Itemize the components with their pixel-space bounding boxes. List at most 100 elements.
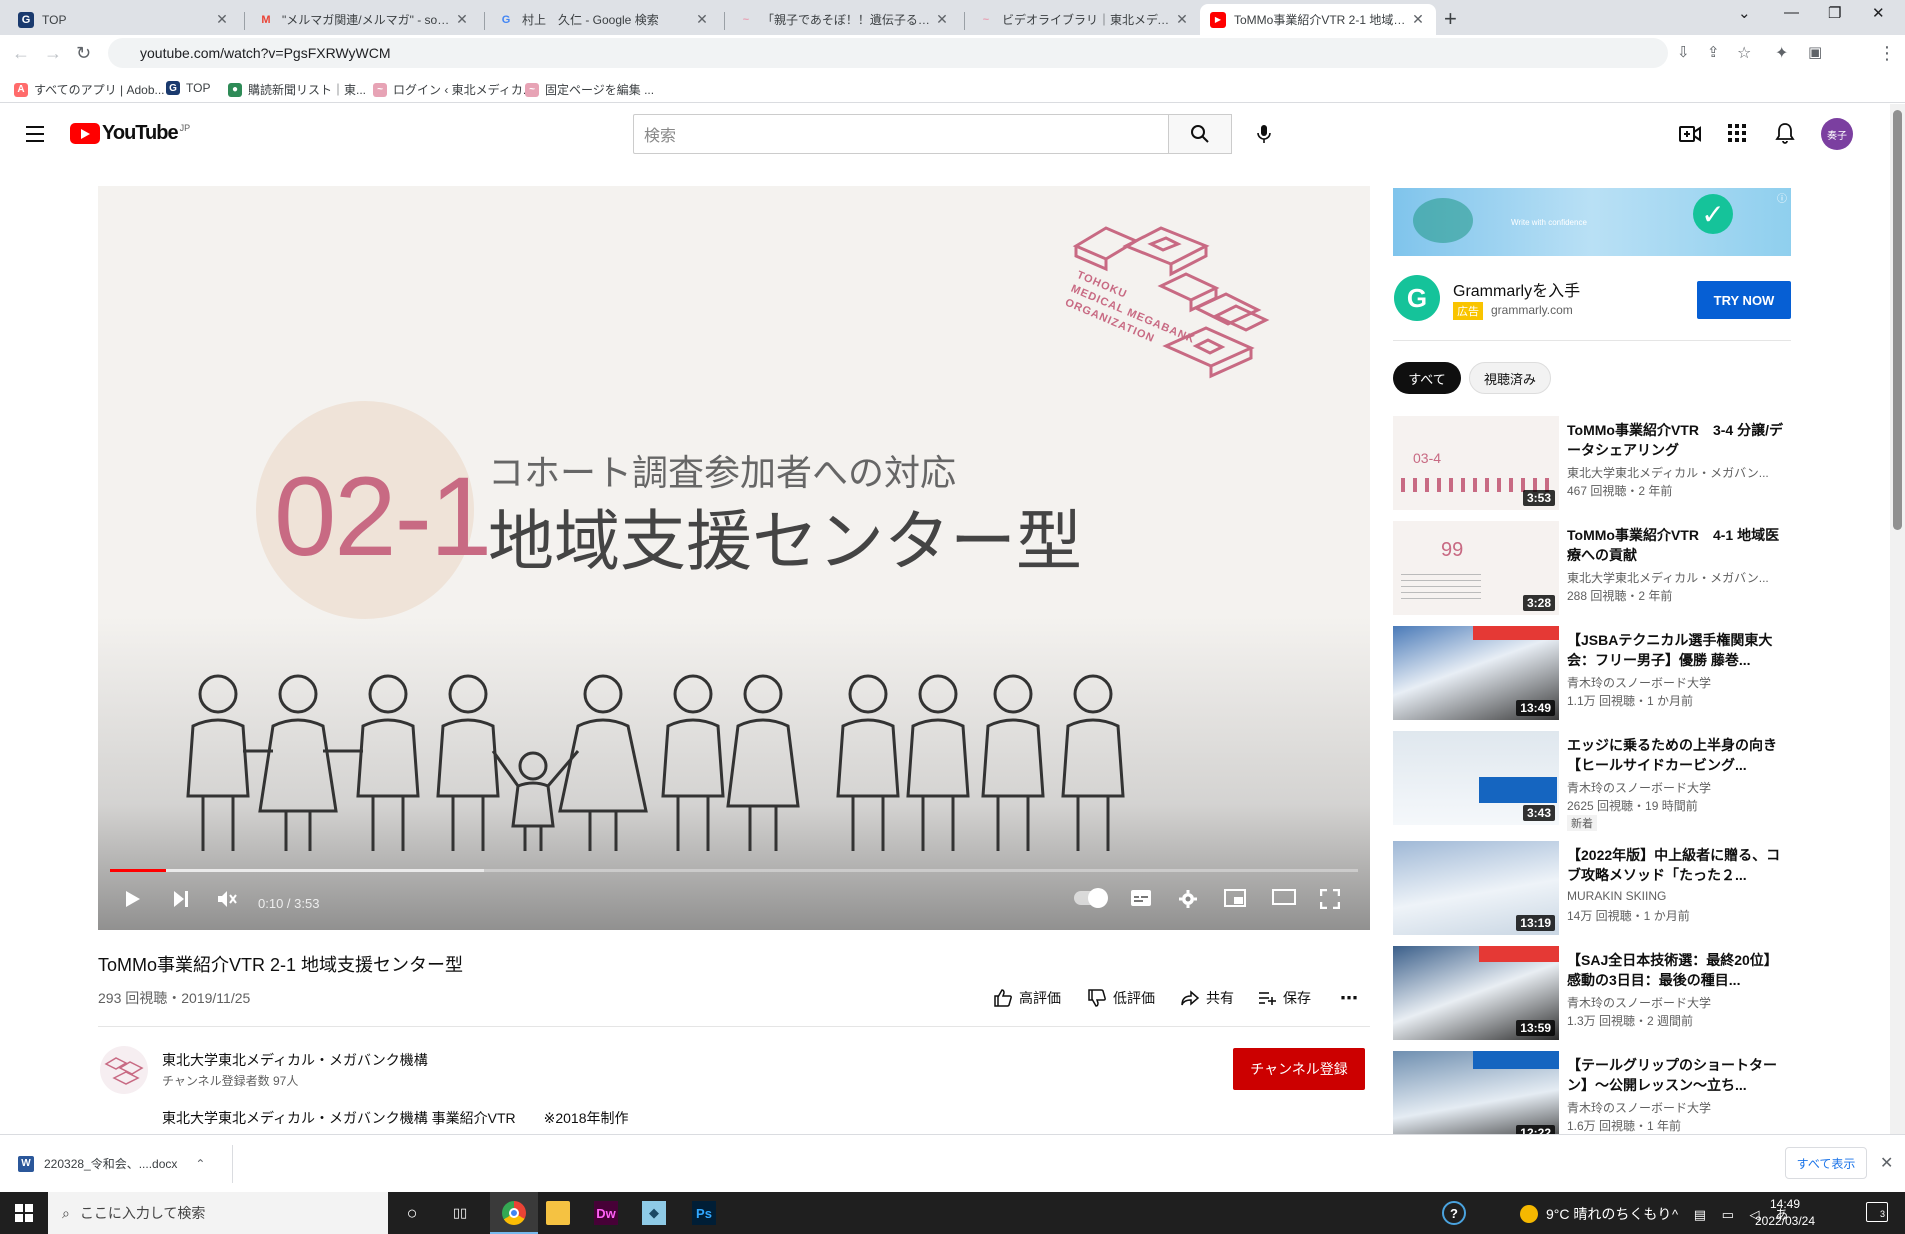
reload-icon[interactable]: ↻ (76, 43, 91, 64)
browser-tab-active[interactable]: ▶ ToMMo事業紹介VTR 2-1 地域支援 ✕ (1200, 4, 1436, 35)
minimize-button[interactable]: — (1784, 4, 1799, 21)
close-tab-icon[interactable]: ✕ (934, 11, 950, 28)
youtube-logo[interactable]: YouTube JP (70, 122, 190, 145)
dislike-button[interactable]: 低評価 (1087, 988, 1155, 1008)
mute-button[interactable] (216, 889, 238, 914)
try-now-button[interactable]: TRY NOW (1697, 281, 1791, 319)
dreamweaver-icon[interactable]: Dw (594, 1201, 618, 1225)
close-icon[interactable]: ✕ (1880, 1153, 1893, 1173)
fullscreen-button[interactable] (1319, 888, 1341, 914)
recommended-video[interactable]: 13:49 【JSBAテクニカル選手権関東大会：フリー男子】優勝 藤巻... 青… (1393, 626, 1791, 724)
close-tab-icon[interactable]: ✕ (1174, 11, 1190, 28)
channel-avatar[interactable] (100, 1046, 148, 1094)
video-description[interactable]: 東北大学東北メディカル・メガバンク機構 事業紹介VTR ※2018年制作 (162, 1108, 628, 1128)
video-thumbnail[interactable]: 12:22 (1393, 1051, 1559, 1134)
close-tab-icon[interactable]: ✕ (214, 11, 230, 28)
notifications-bell-icon[interactable] (1775, 122, 1795, 149)
play-button[interactable] (124, 889, 142, 914)
video-thumbnail[interactable]: 13:19 (1393, 841, 1559, 935)
recommended-video[interactable]: 3:43 エッジに乗るための上半身の向き【ヒールサイドカービング... 青木玲の… (1393, 731, 1791, 831)
video-thumbnail[interactable]: 13:49 (1393, 626, 1559, 720)
bookmark-item[interactable]: G TOP (166, 81, 210, 95)
search-button[interactable] (1168, 114, 1232, 154)
chip-all[interactable]: すべて (1393, 362, 1461, 394)
video-thumbnail[interactable]: 13:59 (1393, 946, 1559, 1040)
browser-tab[interactable]: G 村上 久仁 - Google 検索 ✕ (488, 4, 720, 35)
subtitles-button[interactable] (1130, 889, 1152, 912)
bookmark-item[interactable]: ~ 固定ページを編集 ... (525, 81, 654, 98)
like-button[interactable]: 高評価 (993, 988, 1061, 1008)
video-thumbnail[interactable]: 03-4 3:53 (1393, 416, 1559, 510)
close-tab-icon[interactable]: ✕ (1410, 11, 1426, 28)
bookmark-item[interactable]: ~ ログイン ‹ 東北メディカ... (373, 81, 533, 98)
app-icon[interactable]: ◆ (642, 1201, 666, 1225)
page-scrollbar-thumb[interactable] (1893, 110, 1902, 530)
weather-widget[interactable]: 9°C 晴れのちくもり (1520, 1204, 1671, 1224)
browser-tab[interactable]: ~ 「親子であそぼ！！遺伝子るんるん号 ✕ (728, 4, 960, 35)
file-explorer-icon[interactable] (546, 1201, 570, 1225)
ad-title[interactable]: Grammarlyを入手 (1453, 277, 1580, 301)
install-icon[interactable]: ⇩ (1677, 43, 1690, 61)
browser-tab[interactable]: ~ ビデオライブラリ｜東北メディカル･メガ ✕ (968, 4, 1200, 35)
chevron-up-icon[interactable]: ⌃ (195, 1157, 205, 1171)
recommended-video[interactable]: 13:59 【SAJ全日本技術選：最終20位】感動の3日目：最後の種目... 青… (1393, 946, 1791, 1044)
show-all-button[interactable]: すべて表示 (1785, 1147, 1867, 1179)
video-thumbnail[interactable]: 99 3:28 (1393, 521, 1559, 615)
download-item[interactable]: W 220328_令和会、....docx ⌃ (18, 1155, 205, 1172)
theater-mode-button[interactable] (1272, 889, 1296, 910)
start-button[interactable] (12, 1201, 36, 1225)
apps-grid-icon[interactable] (1728, 124, 1746, 147)
save-button[interactable]: 保存 (1257, 988, 1311, 1008)
create-video-button[interactable] (1678, 122, 1702, 151)
video-title: 【JSBAテクニカル選手権関東大会：フリー男子】優勝 藤巻... (1567, 632, 1773, 668)
menu-kebab-icon[interactable]: ⋮ (1878, 43, 1896, 64)
account-avatar[interactable]: 奏子 (1821, 118, 1853, 150)
hamburger-menu-icon[interactable] (26, 126, 44, 142)
recommended-video[interactable]: 13:19 【2022年版】中上級者に贈る、コブ攻略メソッド「たった２... M… (1393, 841, 1791, 939)
clock[interactable]: 14:49 2022/03/24 (1740, 1196, 1830, 1230)
search-input[interactable]: 検索 (633, 114, 1169, 154)
bookmark-item[interactable]: A すべてのアプリ | Adob... (14, 81, 165, 98)
back-icon[interactable]: ← (12, 43, 30, 64)
chrome-taskbar-button[interactable] (490, 1192, 538, 1234)
ad-info-icon[interactable]: ⓘ (1777, 190, 1787, 205)
autoplay-toggle[interactable] (1074, 888, 1108, 908)
grammarly-logo[interactable]: G (1394, 275, 1440, 321)
subscribe-button[interactable]: チャンネル登録 (1233, 1048, 1365, 1090)
chip-watched[interactable]: 視聴済み (1469, 362, 1551, 394)
recommended-video[interactable]: 99 3:28 ToMMo事業紹介VTR 4-1 地域医療への貢献 東北大学東北… (1393, 521, 1791, 619)
miniplayer-button[interactable] (1224, 889, 1246, 912)
voice-search-button[interactable] (1246, 116, 1282, 152)
new-tab-button[interactable]: + (1444, 6, 1457, 32)
restore-button[interactable]: ❐ (1828, 4, 1841, 22)
help-icon[interactable]: ? (1442, 1201, 1466, 1225)
tab-search-icon[interactable]: ⌄ (1738, 4, 1751, 22)
recommended-video[interactable]: 12:22 【テールグリップのショートターン】～公開レッスン～立ち... 青木玲… (1393, 1051, 1791, 1134)
close-tab-icon[interactable]: ✕ (694, 11, 710, 28)
browser-tab[interactable]: G TOP ✕ (8, 4, 240, 35)
next-button[interactable] (172, 889, 190, 914)
task-view-icon[interactable]: ▯▯ (448, 1201, 472, 1225)
close-tab-icon[interactable]: ✕ (454, 11, 470, 28)
recommended-video[interactable]: 03-4 3:53 ToMMo事業紹介VTR 3-4 分譲/データシェアリング … (1393, 416, 1791, 514)
channel-name[interactable]: 東北大学東北メディカル・メガバンク機構 (162, 1050, 428, 1070)
video-player[interactable]: 02-1 コホート調査参加者への対応 地域支援センター型 TOHOKU MEDI… (98, 186, 1370, 930)
video-thumbnail[interactable]: 3:43 (1393, 731, 1559, 825)
taskbar-search-input[interactable]: ⌕ ここに入力して検索 (48, 1192, 388, 1234)
close-window-button[interactable]: ✕ (1872, 4, 1885, 22)
forward-icon[interactable]: → (44, 43, 62, 64)
ad-banner[interactable]: ✓ Write with confidence ⓘ (1393, 188, 1791, 256)
more-actions-icon[interactable]: ⋯ (1340, 988, 1359, 1009)
photoshop-icon[interactable]: Ps (692, 1201, 716, 1225)
side-panel-icon[interactable]: ▣ (1808, 43, 1822, 61)
share-icon[interactable]: ⇪ (1707, 43, 1720, 61)
extensions-icon[interactable]: ✦ (1775, 43, 1788, 63)
share-button[interactable]: 共有 (1180, 988, 1234, 1008)
bookmark-item[interactable]: ● 購読新聞リスト｜東... (228, 81, 366, 98)
browser-tab[interactable]: M "メルマガ関連/メルマガ" - soko.hata ✕ (248, 4, 480, 35)
cortana-icon[interactable]: ○ (400, 1201, 424, 1225)
settings-button[interactable] (1178, 889, 1198, 914)
notification-center-icon[interactable]: 3 (1866, 1202, 1888, 1222)
thumb-banner (1473, 1051, 1559, 1069)
bookmark-star-icon[interactable]: ☆ (1737, 43, 1751, 63)
